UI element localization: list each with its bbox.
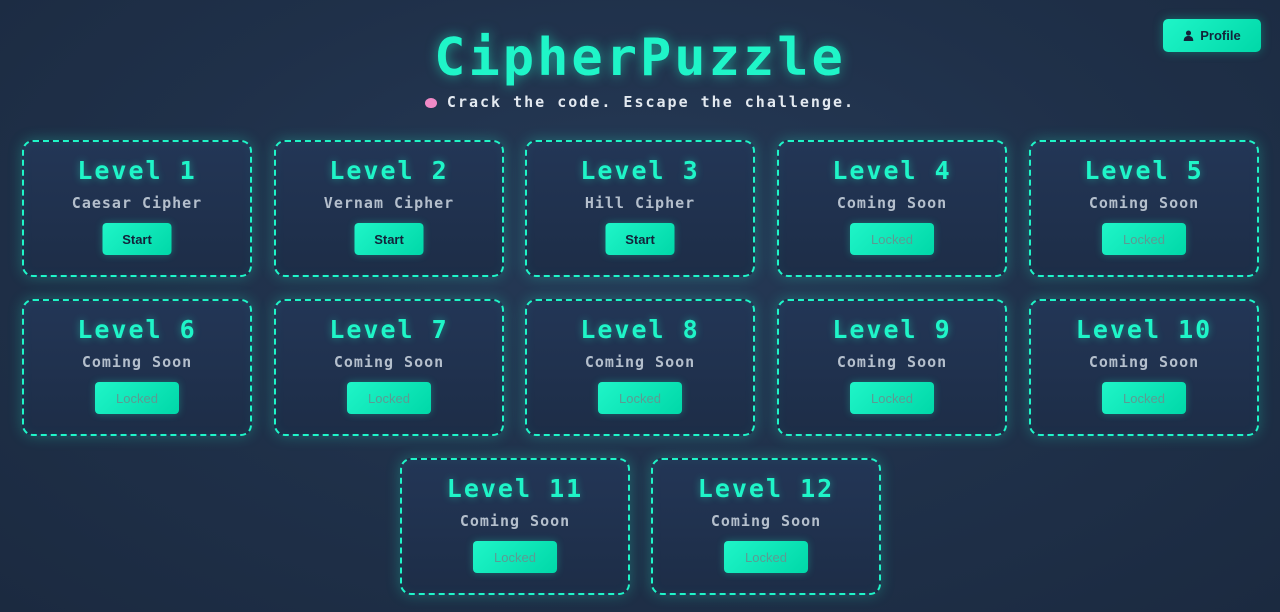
level-card-2: Level 2 Vernam Cipher Start bbox=[274, 140, 504, 277]
start-button[interactable]: Start bbox=[102, 223, 172, 255]
level-number: Level 7 bbox=[329, 315, 449, 344]
level-card-12: Level 12 Coming Soon Locked bbox=[651, 458, 881, 595]
locked-button: Locked bbox=[95, 382, 179, 414]
level-card-9: Level 9 Coming Soon Locked bbox=[777, 299, 1007, 436]
level-cipher-name: Coming Soon bbox=[333, 353, 445, 371]
level-card-5: Level 5 Coming Soon Locked bbox=[1029, 140, 1259, 277]
level-card-4: Level 4 Coming Soon Locked bbox=[777, 140, 1007, 277]
brain-icon bbox=[424, 98, 437, 108]
level-cipher-name: Coming Soon bbox=[1088, 353, 1200, 371]
level-number: Level 10 bbox=[1075, 315, 1213, 344]
page-subtitle: Crack the code. Escape the challenge. bbox=[446, 93, 856, 111]
locked-button: Locked bbox=[473, 541, 557, 573]
level-cipher-name: Coming Soon bbox=[1088, 194, 1200, 212]
level-card-8: Level 8 Coming Soon Locked bbox=[525, 299, 755, 436]
level-number: Level 11 bbox=[446, 474, 584, 503]
level-number: Level 4 bbox=[832, 156, 952, 185]
level-card-11: Level 11 Coming Soon Locked bbox=[400, 458, 630, 595]
page-subtitle-row: Crack the code. Escape the challenge. bbox=[0, 93, 1280, 111]
level-cipher-name: Coming Soon bbox=[710, 512, 822, 530]
level-number: Level 9 bbox=[832, 315, 952, 344]
locked-button: Locked bbox=[598, 382, 682, 414]
level-cipher-name: Coming Soon bbox=[836, 353, 948, 371]
locked-button: Locked bbox=[1102, 382, 1186, 414]
level-card-3: Level 3 Hill Cipher Start bbox=[525, 140, 755, 277]
level-card-10: Level 10 Coming Soon Locked bbox=[1029, 299, 1259, 436]
level-cipher-name: Coming Soon bbox=[459, 512, 571, 530]
level-number: Level 1 bbox=[77, 156, 197, 185]
start-button[interactable]: Start bbox=[605, 223, 675, 255]
level-cipher-name: Coming Soon bbox=[836, 194, 948, 212]
locked-button: Locked bbox=[850, 382, 934, 414]
level-cipher-name: Coming Soon bbox=[584, 353, 696, 371]
level-cipher-name: Hill Cipher bbox=[584, 194, 696, 212]
level-card-6: Level 6 Coming Soon Locked bbox=[22, 299, 252, 436]
level-card-7: Level 7 Coming Soon Locked bbox=[274, 299, 504, 436]
level-card-1: Level 1 Caesar Cipher Start bbox=[22, 140, 252, 277]
start-button[interactable]: Start bbox=[354, 223, 424, 255]
page-title: CipherPuzzle bbox=[434, 28, 846, 88]
level-number: Level 3 bbox=[580, 156, 700, 185]
locked-button: Locked bbox=[1102, 223, 1186, 255]
level-number: Level 5 bbox=[1084, 156, 1204, 185]
level-number: Level 2 bbox=[329, 156, 449, 185]
level-number: Level 6 bbox=[77, 315, 197, 344]
level-cipher-name: Coming Soon bbox=[81, 353, 193, 371]
level-number: Level 8 bbox=[580, 315, 700, 344]
locked-button: Locked bbox=[347, 382, 431, 414]
locked-button: Locked bbox=[724, 541, 808, 573]
level-number: Level 12 bbox=[697, 474, 835, 503]
level-cipher-name: Vernam Cipher bbox=[323, 194, 455, 212]
locked-button: Locked bbox=[850, 223, 934, 255]
level-cipher-name: Caesar Cipher bbox=[71, 194, 203, 212]
